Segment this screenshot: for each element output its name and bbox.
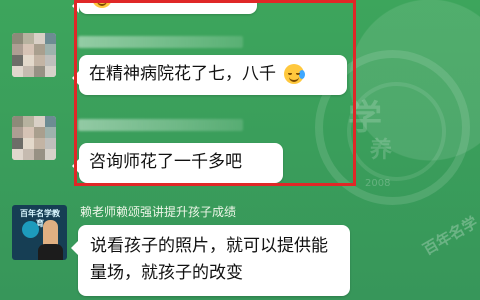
blurred-sender-name xyxy=(78,119,243,131)
laughing-crying-emoji-icon xyxy=(284,64,306,84)
watermark-char-2: 养 xyxy=(370,138,393,163)
sender-name: 赖老师赖颂强讲提升孩子成绩 xyxy=(80,205,237,219)
avatar[interactable] xyxy=(12,33,56,77)
top-message-bubble[interactable] xyxy=(72,0,257,14)
message-text: 说看孩子的照片，就可以提供能量场，就孩子的改变 xyxy=(90,236,328,283)
message-bubble[interactable]: 咨询师花了一千多吧 xyxy=(72,143,283,183)
logo-icon xyxy=(22,221,39,238)
message-text: 在精神病院花了七，八千 xyxy=(89,64,276,84)
message-bubble[interactable]: 说看孩子的照片，就可以提供能量场，就孩子的改变 xyxy=(71,225,350,296)
avatar[interactable] xyxy=(12,116,56,160)
teacher-avatar[interactable]: 百年名学教育 xyxy=(12,205,67,260)
blurred-sender-name xyxy=(78,36,243,48)
message-bubble[interactable]: 在精神病院花了七，八千 xyxy=(72,55,347,95)
person-icon xyxy=(38,220,63,260)
watermark-year: 2008 xyxy=(365,178,391,189)
laughing-crying-emoji-icon xyxy=(92,0,113,8)
message-text: 咨询师花了一千多吧 xyxy=(89,152,242,172)
